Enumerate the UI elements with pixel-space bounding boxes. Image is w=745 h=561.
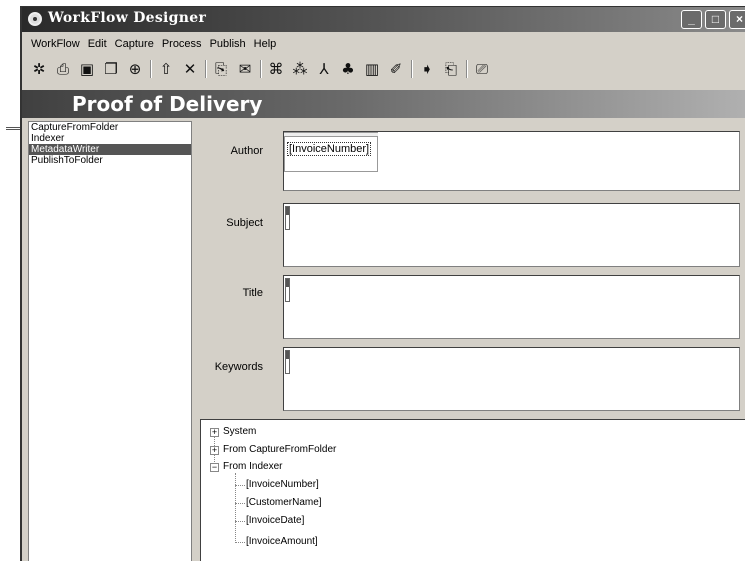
subject-label: Subject — [226, 217, 263, 229]
save-icon[interactable]: ▣ — [78, 60, 96, 78]
menu-edit[interactable]: Edit — [88, 38, 107, 50]
step-publish-to-folder[interactable]: PublishToFolder — [29, 155, 191, 166]
metadata-properties-panel: Author [InvoiceNumber] Subject Title Key… — [195, 121, 745, 417]
tree-leaf-invoicenumber[interactable]: [InvoiceNumber] — [246, 479, 319, 490]
delete-icon[interactable]: ✕ — [181, 60, 199, 78]
tree-connector — [235, 521, 245, 522]
menu-process[interactable]: Process — [162, 38, 202, 50]
ocr-icon[interactable]: ⁂ — [291, 60, 309, 78]
close-button[interactable]: × — [729, 10, 745, 29]
toolbar-separator — [260, 60, 261, 78]
tools-icon[interactable]: ✐ — [387, 60, 405, 78]
keywords-grip[interactable] — [285, 350, 290, 374]
tree-leaf-invoicedate[interactable]: [InvoiceDate] — [246, 515, 304, 526]
title-field[interactable] — [283, 275, 740, 339]
toolbar-separator — [466, 60, 467, 78]
toolbar-separator — [205, 60, 206, 78]
menu-help[interactable]: Help — [254, 38, 277, 50]
toolbar-separator — [150, 60, 151, 78]
scan-icon[interactable]: ⎘ — [212, 60, 230, 78]
preview-icon[interactable]: ⎚ — [473, 60, 491, 78]
capture-folder-icon[interactable]: ⌘ — [267, 60, 285, 78]
workflow-banner: Proof of Delivery — [22, 90, 745, 118]
title-grip[interactable] — [285, 278, 290, 302]
pdf-icon[interactable]: ⅄ — [315, 60, 333, 78]
subject-field[interactable] — [283, 203, 740, 267]
new-workflow-icon[interactable]: ✲ — [30, 60, 48, 78]
menu-workflow[interactable]: WorkFlow — [31, 38, 80, 50]
tree-node-system[interactable]: System — [223, 426, 256, 437]
step-capture-from-folder[interactable]: CaptureFromFolder — [29, 122, 191, 133]
tree-connector — [235, 503, 245, 504]
keywords-label: Keywords — [214, 361, 263, 373]
title-bar[interactable]: WorkFlow Designer _ □ × — [22, 7, 745, 32]
field-tree[interactable]: + System + From CaptureFromFolder − From… — [200, 419, 745, 561]
token-header — [284, 133, 378, 137]
workflow-title: Proof of Delivery — [72, 92, 263, 116]
email-icon[interactable]: ✉ — [236, 60, 254, 78]
step-metadata-writer[interactable]: MetadataWriter — [29, 144, 191, 155]
print-icon[interactable]: ⎙ — [54, 60, 72, 78]
minimize-button[interactable]: _ — [681, 10, 702, 29]
left-gutter — [0, 0, 20, 561]
tree-connector — [235, 485, 245, 486]
window-title: WorkFlow Designer — [48, 10, 207, 26]
tree-node-capturefromfolder[interactable]: From CaptureFromFolder — [223, 444, 336, 455]
app-window: WorkFlow Designer _ □ × WorkFlow Edit Ca… — [20, 6, 745, 561]
barcode-icon[interactable]: ▥ — [363, 60, 381, 78]
tree-connector — [235, 473, 236, 543]
subject-grip[interactable] — [285, 206, 290, 230]
lock-icon[interactable]: ⊕ — [126, 60, 144, 78]
tree-connector — [235, 542, 245, 543]
app-icon — [28, 12, 42, 26]
collapse-indexer-icon[interactable]: − — [210, 463, 219, 472]
toolbar: ✲ ⎙ ▣ ❐ ⊕ ⇧ ✕ ⎘ ✉ ⌘ ⁂ ⅄ ♣ ▥ ✐ ➧ ⎗ ⎚ — [22, 55, 745, 83]
menu-bar: WorkFlow Edit Capture Process Publish He… — [22, 34, 745, 54]
meta-icon[interactable]: ♣ — [339, 60, 357, 78]
maximize-button[interactable]: □ — [705, 10, 726, 29]
expand-capturefromfolder-icon[interactable]: + — [210, 446, 219, 455]
author-token[interactable]: [InvoiceNumber] — [287, 142, 372, 156]
publish-folder-icon[interactable]: ⎗ — [442, 60, 460, 78]
publish-icon[interactable]: ➧ — [418, 60, 436, 78]
author-token-box[interactable]: [InvoiceNumber] — [284, 132, 378, 172]
menu-publish[interactable]: Publish — [210, 38, 246, 50]
keywords-field[interactable] — [283, 347, 740, 411]
up-arrow-icon[interactable]: ⇧ — [157, 60, 175, 78]
workflow-steps-list[interactable]: CaptureFromFolder Indexer MetadataWriter… — [28, 121, 192, 561]
expand-system-icon[interactable]: + — [210, 428, 219, 437]
tree-leaf-customername[interactable]: [CustomerName] — [246, 497, 322, 508]
tree-node-indexer[interactable]: From Indexer — [223, 461, 282, 472]
step-indexer[interactable]: Indexer — [29, 133, 191, 144]
splitter-handle[interactable] — [6, 127, 20, 130]
copy-icon[interactable]: ❐ — [102, 60, 120, 78]
toolbar-separator — [411, 60, 412, 78]
author-field[interactable]: [InvoiceNumber] — [283, 131, 740, 191]
title-label: Title — [242, 287, 263, 299]
tree-leaf-invoiceamount[interactable]: [InvoiceAmount] — [246, 536, 318, 547]
menu-capture[interactable]: Capture — [115, 38, 154, 50]
author-label: Author — [230, 145, 263, 157]
